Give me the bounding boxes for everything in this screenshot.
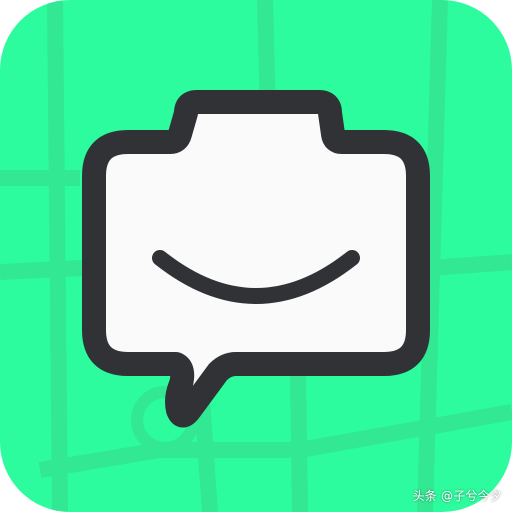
app-icon (0, 0, 512, 512)
map-street-line (429, 254, 512, 276)
app-icon-canvas: 头条 @子兮今夕 (0, 0, 512, 512)
camera-chat-bubble-icon (82, 90, 430, 428)
watermark-text: 头条 @子兮今夕 (412, 489, 502, 503)
map-street-line (47, 0, 68, 512)
map-street-line (290, 371, 308, 512)
map-street-line (0, 260, 83, 280)
chat-bubble-outline (82, 90, 430, 428)
